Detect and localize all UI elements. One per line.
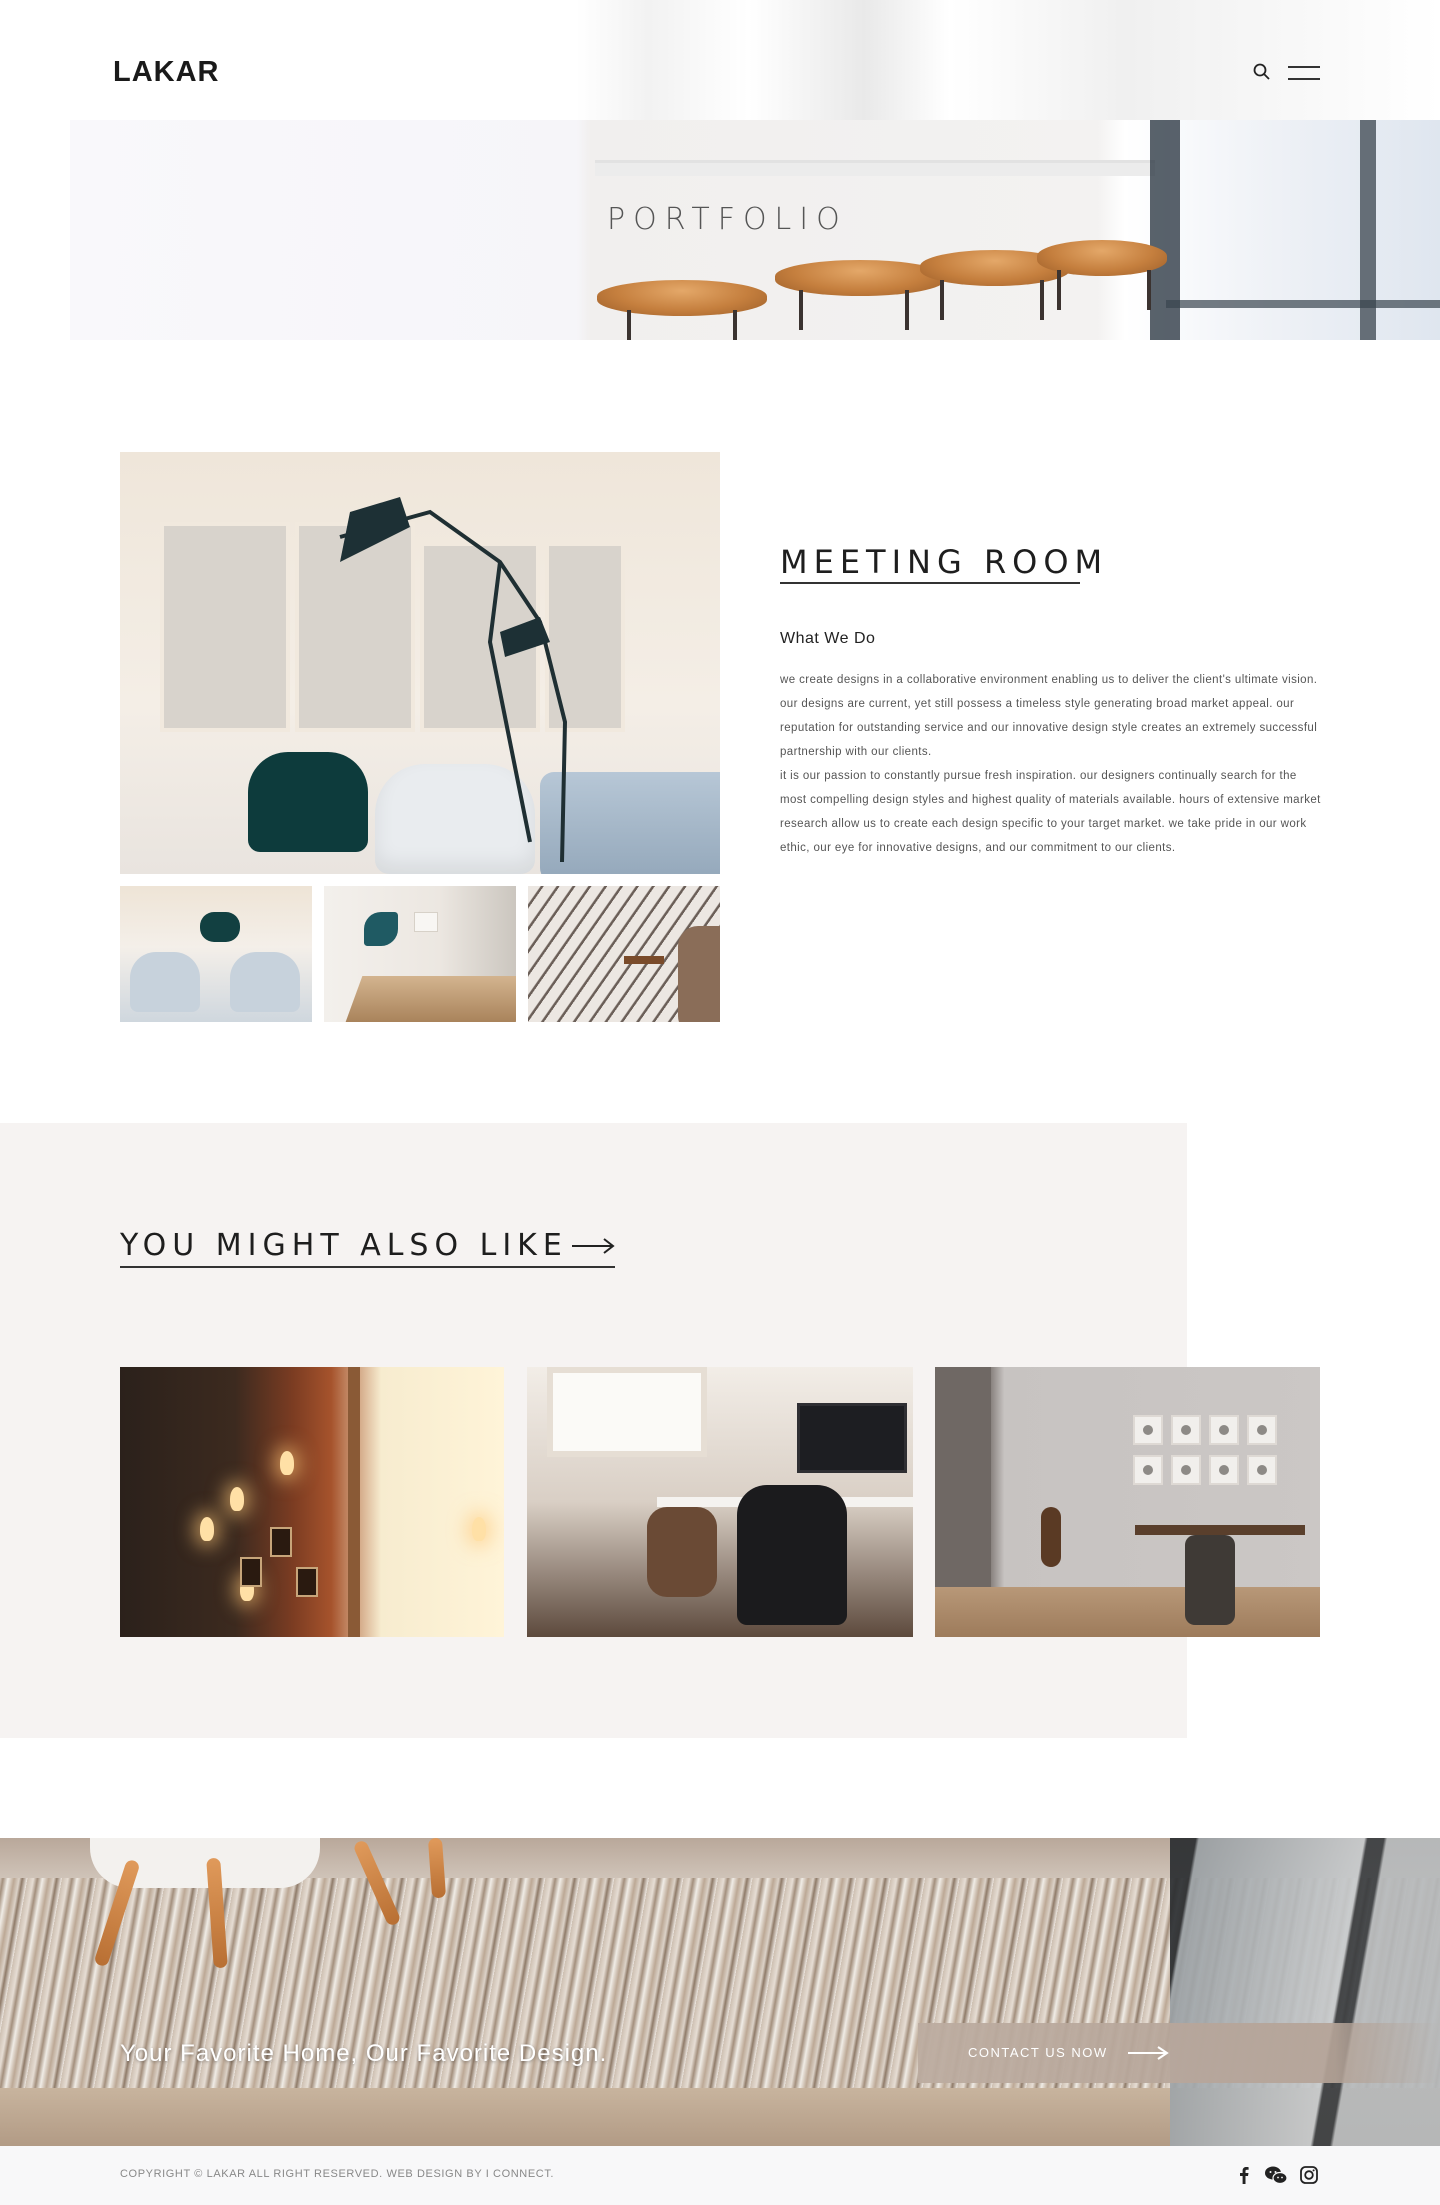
project-thumbnail-1[interactable] <box>120 886 312 1022</box>
related-title-underline <box>120 1266 615 1268</box>
hero-stool <box>1037 240 1167 310</box>
instagram-icon[interactable] <box>1298 2164 1320 2186</box>
cta-banner <box>0 1838 1440 2146</box>
copyright-text: COPYRIGHT © LAKAR ALL RIGHT RESERVED. WE… <box>120 2168 555 2180</box>
project-subheading: What We Do <box>780 630 876 647</box>
hamburger-menu-icon[interactable] <box>1288 64 1320 82</box>
project-description-paragraph: we create designs in a collaborative env… <box>780 674 1318 758</box>
hero-stool <box>597 280 767 340</box>
project-description: we create designs in a collaborative env… <box>780 668 1325 860</box>
portfolio-hero-banner: PORTFOLIO <box>70 120 1440 340</box>
site-footer: COPYRIGHT © LAKAR ALL RIGHT RESERVED. WE… <box>0 2146 1440 2205</box>
project-description-paragraph: it is our passion to constantly pursue f… <box>780 770 1321 854</box>
project-thumbnail-3[interactable] <box>528 886 720 1022</box>
contact-us-button-label: CONTACT US NOW <box>968 2045 1108 2060</box>
site-logo[interactable]: LAKAR <box>113 56 220 89</box>
related-project-card[interactable] <box>935 1367 1320 1637</box>
related-project-card[interactable] <box>120 1367 504 1637</box>
floor-lamp <box>339 497 568 862</box>
project-main-photo <box>120 452 720 874</box>
wechat-icon[interactable] <box>1263 2164 1289 2186</box>
facebook-icon[interactable] <box>1233 2164 1255 2186</box>
related-project-card[interactable] <box>527 1367 913 1637</box>
contact-us-button[interactable]: CONTACT US NOW <box>918 2023 1440 2083</box>
project-thumbnail-2[interactable] <box>324 886 516 1022</box>
project-title-underline <box>780 582 1080 584</box>
arrow-right-icon <box>1128 2046 1169 2060</box>
related-section-title: YOU MIGHT ALSO LIKE <box>120 1228 568 1263</box>
hero-title: PORTFOLIO <box>607 202 848 237</box>
site-header: LAKAR <box>0 0 1440 120</box>
hero-kitchen-counter <box>595 160 1155 176</box>
arrow-right-icon[interactable] <box>572 1234 616 1258</box>
hero-window-frame <box>1166 300 1440 308</box>
project-title: MEETING ROOM <box>780 543 1109 581</box>
cta-tagline: Your Favorite Home, Our Favorite Design. <box>120 2040 608 2067</box>
search-icon[interactable] <box>1252 62 1272 82</box>
